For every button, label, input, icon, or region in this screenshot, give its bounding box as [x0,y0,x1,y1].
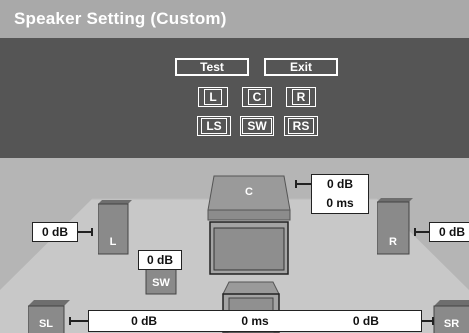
surround-delay-value: 0 ms [241,314,269,328]
channel-button-r[interactable]: R [286,87,316,107]
center-level-connector [296,183,311,185]
surround-left-connector-tick [69,317,71,325]
right-level-readout[interactable]: 0 dB [429,222,469,242]
right-level-connector-tick [414,228,416,236]
exit-button[interactable]: Exit [264,58,338,76]
right-level-connector [415,231,429,233]
exit-button-label: Exit [289,60,312,74]
center-delay-value: 0 ms [326,196,354,210]
channel-button-rs[interactable]: RS [284,116,318,136]
channel-button-ls[interactable]: LS [197,116,231,136]
surround-right-connector-tick [432,317,434,325]
control-panel: Test Exit L C R LS SW RS [0,38,469,158]
channel-button-c-label: C [247,89,267,105]
surround-left-speaker[interactable]: SL [28,306,64,332]
center-level-readout[interactable]: 0 dB 0 ms [311,174,369,214]
surround-level-left-value: 0 dB [131,314,158,328]
right-speaker-label: R [389,236,397,248]
right-speaker[interactable]: R [377,202,409,254]
surround-level-right-value: 0 dB [352,314,379,328]
center-level-value: 0 dB [326,177,353,191]
test-button-label: Test [200,60,224,74]
channel-button-ls-label: LS [201,118,227,134]
center-speaker[interactable]: C [214,176,284,208]
channel-button-c[interactable]: C [242,87,272,107]
test-button[interactable]: Test [175,58,249,76]
left-speaker-label: L [109,236,117,248]
channel-button-rs-label: RS [287,118,315,134]
subwoofer-speaker[interactable]: SW [146,266,176,294]
subwoofer-level-readout[interactable]: 0 dB [138,250,182,270]
left-speaker[interactable]: L [98,204,128,254]
channel-button-l[interactable]: L [198,87,228,107]
speaker-layout-area: C L R SW SL SR 0 dB 0 dB 0 ms 0 dB 0 dB … [0,158,469,333]
surround-left-speaker-label: SL [38,318,54,330]
channel-button-l-label: L [204,89,222,105]
surround-settings-bar[interactable]: 0 dB 0 ms 0 dB [88,310,422,332]
subwoofer-speaker-label: SW [152,277,170,289]
channel-button-sw[interactable]: SW [240,116,274,136]
center-level-connector-tick [295,180,297,188]
surround-right-speaker[interactable]: SR [434,306,469,332]
window-title: Speaker Setting (Custom) [0,0,469,38]
left-level-connector-tick [91,228,93,236]
right-level-value: 0 dB [438,225,465,239]
left-level-readout[interactable]: 0 dB [32,222,78,242]
subwoofer-level-value: 0 dB [146,253,173,267]
channel-button-sw-label: SW [242,118,272,134]
center-speaker-label: C [245,186,253,198]
surround-left-connector [70,320,88,322]
surround-right-speaker-label: SR [443,318,460,330]
left-level-value: 0 dB [41,225,68,239]
channel-button-r-label: R [291,89,311,105]
left-level-connector [78,231,92,233]
